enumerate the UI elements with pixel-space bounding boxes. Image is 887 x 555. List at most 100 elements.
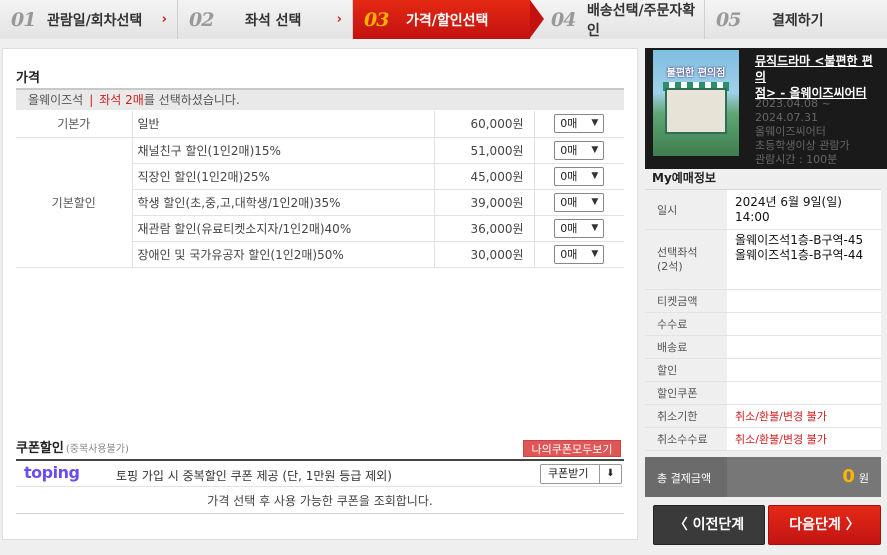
- chevron-left-icon: 〈: [673, 517, 693, 533]
- table-row: 기본가 일반 60,000원 0매 ▼: [16, 111, 624, 138]
- chevron-down-icon: ▼: [591, 248, 599, 259]
- show-venue: 올웨이즈씨어터: [755, 125, 826, 138]
- seat-suffix: 를 선택하셨습니다.: [143, 93, 240, 107]
- table-row: 기본할인 채널친구 할인(1인2매)15% 51,000원 0매 ▼: [16, 137, 624, 268]
- view-all-coupons-button[interactable]: 나의쿠폰모두보기: [523, 440, 621, 457]
- price-amount: 36,000원: [433, 215, 534, 242]
- price-name: 일반: [132, 111, 434, 138]
- show-period-end: 2024.07.31: [755, 111, 818, 124]
- step-bar: 01 관람일/회차선택 › 02 좌석 선택 › 03 가격/할인선택 04 배…: [0, 0, 887, 39]
- chevron-right-icon: 〉: [840, 517, 860, 533]
- show-runtime: 관람시간 : 100분: [755, 153, 838, 166]
- chevron-down-icon: ▼: [591, 222, 599, 233]
- chevron-down-icon: ▼: [591, 144, 599, 155]
- quantity-select[interactable]: 0매 ▼: [554, 114, 605, 134]
- booking-key: 수수료: [645, 312, 727, 336]
- price-amount: 45,000원: [433, 163, 534, 190]
- seat-selection-summary: 올웨이즈석 | 좌석 2매를 선택하셨습니다.: [16, 88, 624, 110]
- booking-key: 취소기한: [645, 404, 727, 428]
- quantity-value: 0매: [560, 169, 578, 183]
- quantity-value: 0매: [560, 143, 578, 157]
- show-title[interactable]: 뮤직드라마 <불편한 편의 점> - 올웨이즈씨어터: [755, 53, 883, 101]
- booking-row: 일시 2024년 6월 9일(일) 14:00: [645, 189, 881, 230]
- quantity-select[interactable]: 0매 ▼: [554, 192, 605, 212]
- show-poster: 불편한 편의점: [653, 50, 739, 156]
- booking-key: 티켓금액: [645, 289, 727, 313]
- booking-row: 티켓금액: [645, 289, 881, 313]
- booking-key: 일시: [645, 189, 727, 230]
- quantity-select[interactable]: 0매 ▼: [554, 140, 605, 160]
- seat-zone: 올웨이즈석: [28, 93, 84, 107]
- receive-coupon-button[interactable]: 쿠폰받기 ⬇: [540, 464, 622, 484]
- step-number: 01: [11, 8, 36, 31]
- divider: |: [89, 93, 94, 107]
- step-2-seat-select[interactable]: 02 좌석 선택 ›: [178, 0, 353, 39]
- next-step-label: 다음단계: [789, 517, 841, 533]
- my-booking-table: 일시 2024년 6월 9일(일) 14:00 선택좌석 (2석) 올웨이즈석1…: [645, 189, 881, 451]
- price-table: 기본가 일반 60,000원 0매 ▼ 기본할인 채널친구 할인(1인2매)15%…: [16, 111, 624, 268]
- prev-step-button[interactable]: 〈 이전단계: [653, 505, 765, 545]
- quantity-value: 0매: [560, 221, 578, 235]
- booking-value: 취소/환불/변경 불가: [727, 427, 881, 451]
- total-unit: 원: [858, 472, 869, 485]
- toping-logo: toping: [24, 463, 80, 482]
- booking-row: 배송료: [645, 335, 881, 359]
- booking-value: [727, 358, 881, 382]
- step-4-delivery: 04 배송선택/주문자확인: [530, 0, 705, 39]
- price-amount: 39,000원: [433, 189, 534, 216]
- booking-key: 할인: [645, 358, 727, 382]
- coupon-subtitle: (중복사용불가): [65, 444, 129, 455]
- price-name: 장애인 및 국가유공자 할인(1인2매)50%: [132, 241, 434, 268]
- price-amount: 51,000원: [433, 137, 534, 164]
- total-payment: 총 결제금액 0원: [645, 457, 881, 497]
- price-section-title: 가격: [16, 71, 40, 86]
- chevron-right-icon: ›: [161, 12, 167, 27]
- poster-shop: [665, 88, 727, 134]
- step-1-date-select[interactable]: 01 관람일/회차선택 ›: [0, 0, 178, 39]
- toping-promo-text: 토핑 가입 시 중복할인 쿠폰 제공 (단, 1만원 등급 제외): [116, 469, 392, 483]
- price-name: 직장인 할인(1인2매)25%: [132, 163, 434, 190]
- step-label: 관람일/회차선택: [47, 12, 143, 29]
- quantity-select[interactable]: 0매 ▼: [554, 244, 605, 264]
- step-number: 03: [364, 8, 389, 31]
- step-label: 배송선택/주문자확인: [587, 2, 696, 39]
- price-name: 재관람 할인(유료티켓소지자/1인2매)40%: [132, 215, 434, 242]
- price-category: 기본가: [16, 111, 133, 138]
- step-label: 결제하기: [772, 12, 824, 29]
- step-3-price-discount: 03 가격/할인선택: [353, 0, 544, 39]
- next-step-button[interactable]: 다음단계 〉: [768, 505, 881, 545]
- booking-row: 할인쿠폰: [645, 381, 881, 405]
- quantity-value: 0매: [560, 117, 578, 131]
- total-amount: 0원: [727, 457, 881, 497]
- booking-value: [727, 381, 881, 405]
- booking-value: [727, 335, 881, 359]
- poster-title: 불편한 편의점: [666, 68, 726, 79]
- show-age-rating: 초등학생이상 관람가: [755, 139, 850, 152]
- step-5-payment: 05 결제하기: [705, 0, 887, 39]
- booking-value: [727, 312, 881, 336]
- quantity-select[interactable]: 0매 ▼: [554, 166, 605, 186]
- show-details: 2023.04.08 ~ 2024.07.31 올웨이즈씨어터 초등학생이상 관…: [755, 97, 850, 167]
- total-label: 총 결제금액: [657, 472, 712, 485]
- booking-value: 올웨이즈석1층-B구역-45 올웨이즈석1층-B구역-44: [727, 229, 881, 290]
- price-name: 학생 할인(초,중,고,대학생/1인2매)35%: [132, 189, 434, 216]
- price-panel: 가격 올웨이즈석 | 좌석 2매를 선택하셨습니다. 기본가 일반 60,000원 …: [2, 48, 638, 540]
- booking-value: 취소/환불/변경 불가: [727, 404, 881, 428]
- booking-row: 수수료: [645, 312, 881, 336]
- booking-row: 취소기한 취소/환불/변경 불가: [645, 404, 881, 428]
- show-title-line: 뮤직드라마 <불편한 편의: [755, 54, 873, 84]
- booking-key: 취소수수료: [645, 427, 727, 451]
- quantity-value: 0매: [560, 247, 578, 261]
- coupon-note: 가격 선택 후 사용 가능한 쿠폰을 조회합니다.: [16, 488, 624, 514]
- coupon-section-title: 쿠폰할인 (중복사용불가): [16, 437, 129, 456]
- chevron-down-icon: ▼: [591, 118, 599, 129]
- booking-key: 배송료: [645, 335, 727, 359]
- booking-key: 할인쿠폰: [645, 381, 727, 405]
- step-label: 가격/할인선택: [406, 12, 489, 29]
- price-amount: 30,000원: [433, 241, 534, 268]
- quantity-select[interactable]: 0매 ▼: [554, 218, 605, 238]
- price-category: 기본할인: [16, 137, 133, 268]
- step-number: 02: [189, 8, 214, 31]
- step-number: 05: [716, 8, 741, 31]
- quantity-value: 0매: [560, 195, 578, 209]
